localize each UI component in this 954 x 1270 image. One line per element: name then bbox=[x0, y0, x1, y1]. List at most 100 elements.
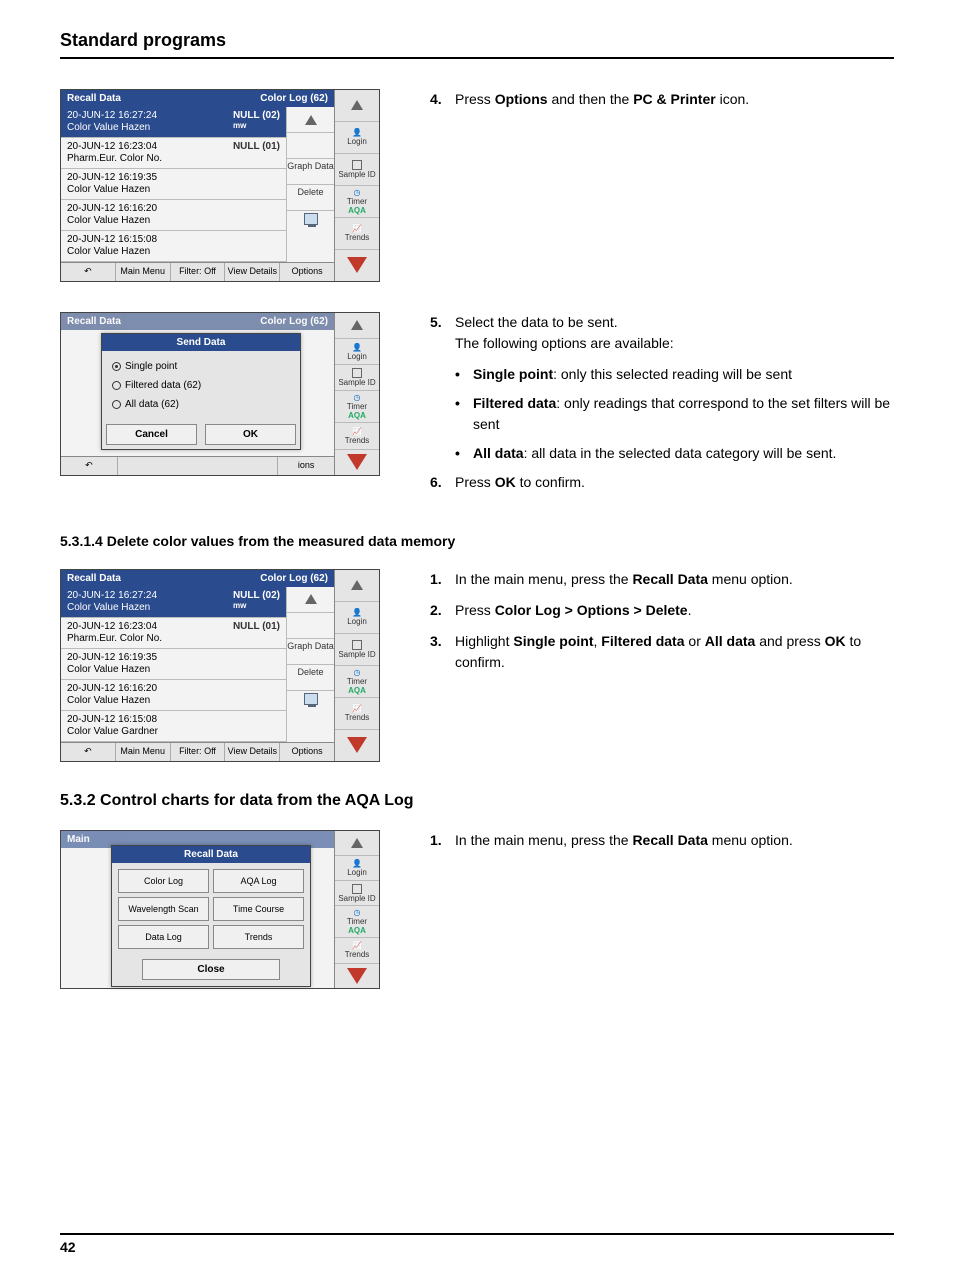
login-side[interactable]: 👤Login bbox=[335, 122, 379, 154]
trends-side[interactable]: 📈Trends bbox=[335, 218, 379, 250]
options-button[interactable]: Options bbox=[280, 263, 334, 281]
options-button[interactable]: Options bbox=[280, 743, 334, 761]
dev-title: Recall Data bbox=[67, 573, 121, 584]
list-row[interactable]: 20-JUN-12 16:16:20Color Value Hazen bbox=[61, 200, 286, 231]
trends-side[interactable]: 📈Trends bbox=[335, 423, 379, 449]
view-details-button[interactable]: View Details bbox=[225, 743, 280, 761]
arrow-up-icon bbox=[351, 100, 363, 110]
step-text: Press OK to confirm. bbox=[455, 472, 894, 493]
back-icon[interactable]: ↶ bbox=[61, 457, 118, 475]
send-data-dialog: Send Data Single point Filtered data (62… bbox=[101, 333, 301, 450]
trends-side[interactable]: 📈Trends bbox=[335, 698, 379, 730]
step-number: 1. bbox=[430, 830, 455, 851]
sample-id-side[interactable]: Sample ID bbox=[335, 634, 379, 666]
ok-button[interactable]: OK bbox=[205, 424, 296, 445]
back-icon[interactable]: ↶ bbox=[61, 263, 116, 281]
step-text: In the main menu, press the Recall Data … bbox=[455, 569, 894, 590]
graph-data-button[interactable]: Graph Data bbox=[287, 641, 334, 651]
list-row[interactable]: 20-JUN-12 16:23:04Pharm.Eur. Color No. N… bbox=[61, 138, 286, 169]
aqa-log-button[interactable]: AQA Log bbox=[213, 869, 304, 893]
row-label: Color Value Hazen bbox=[67, 664, 157, 676]
filter-button[interactable]: Filter: Off bbox=[171, 743, 226, 761]
step-number: 1. bbox=[430, 569, 455, 590]
page-title: Standard programs bbox=[60, 30, 226, 50]
dialog-title: Recall Data bbox=[112, 846, 310, 863]
row-label: Color Value Hazen bbox=[67, 246, 157, 258]
bullet-item: Filtered data: only readings that corres… bbox=[455, 393, 894, 435]
step-text: In the main menu, press the Recall Data … bbox=[455, 830, 894, 851]
list-row[interactable]: 20-JUN-12 16:16:20Color Value Hazen bbox=[61, 680, 286, 711]
page-footer: 42 bbox=[60, 1233, 894, 1255]
cancel-button[interactable]: Cancel bbox=[106, 424, 197, 445]
arrow-down-icon bbox=[347, 737, 367, 753]
view-details-button[interactable]: View Details bbox=[225, 263, 280, 281]
arrow-up-icon bbox=[351, 838, 363, 848]
sample-id-side[interactable]: Sample ID bbox=[335, 154, 379, 186]
dev-title-right-faded: Color Log (62) bbox=[260, 316, 328, 327]
page-number: 42 bbox=[60, 1239, 76, 1255]
row-ts: 20-JUN-12 16:27:24 bbox=[67, 110, 157, 122]
step-number: 4. bbox=[430, 89, 455, 110]
timer-side[interactable]: ◷TimerAQA bbox=[335, 666, 379, 698]
color-log-button[interactable]: Color Log bbox=[118, 869, 209, 893]
radio-filtered-data[interactable]: Filtered data (62) bbox=[112, 376, 290, 395]
timer-side[interactable]: ◷TimerAQA bbox=[335, 391, 379, 423]
row-ts: 20-JUN-12 16:27:24 bbox=[67, 590, 157, 602]
step-number: 5. bbox=[430, 312, 455, 354]
radio-single-point[interactable]: Single point bbox=[112, 357, 290, 376]
row-label: Color Value Hazen bbox=[67, 122, 157, 134]
radio-all-data[interactable]: All data (62) bbox=[112, 395, 290, 414]
dev-title-right: Color Log (62) bbox=[260, 93, 328, 104]
graph-data-button[interactable]: Graph Data bbox=[287, 161, 334, 171]
bullet-item: All data: all data in the selected data … bbox=[455, 443, 894, 464]
data-log-button[interactable]: Data Log bbox=[118, 925, 209, 949]
time-course-button[interactable]: Time Course bbox=[213, 897, 304, 921]
row-label: Color Value Hazen bbox=[67, 695, 157, 707]
list-row[interactable]: 20-JUN-12 16:23:04Pharm.Eur. Color No. N… bbox=[61, 618, 286, 649]
main-menu-button[interactable]: Main Menu bbox=[116, 263, 171, 281]
login-side[interactable]: 👤Login bbox=[335, 602, 379, 634]
trends-button[interactable]: Trends bbox=[213, 925, 304, 949]
step-number: 6. bbox=[430, 472, 455, 493]
scroll-up-icon[interactable] bbox=[305, 594, 317, 604]
screenshot-recall-data-1: Recall Data Color Log (62) 20-JUN-12 16:… bbox=[60, 89, 380, 282]
row-ts: 20-JUN-12 16:23:04 bbox=[67, 141, 162, 153]
delete-button[interactable]: Delete bbox=[287, 187, 334, 197]
list-row[interactable]: 20-JUN-12 16:27:24Color Value Hazen NULL… bbox=[61, 587, 286, 618]
row-val: NULL (02) bbox=[233, 110, 280, 121]
wavelength-scan-button[interactable]: Wavelength Scan bbox=[118, 897, 209, 921]
scroll-up-icon[interactable] bbox=[305, 115, 317, 125]
back-icon[interactable]: ↶ bbox=[61, 743, 116, 761]
arrow-up-icon bbox=[351, 320, 363, 330]
list-row[interactable]: 20-JUN-12 16:27:24Color Value Hazen NULL… bbox=[61, 107, 286, 138]
row-label: Color Value Hazen bbox=[67, 602, 157, 614]
timer-side[interactable]: ◷TimerAQA bbox=[335, 186, 379, 218]
list-row[interactable]: 20-JUN-12 16:15:08Color Value Hazen bbox=[61, 231, 286, 262]
list-row[interactable]: 20-JUN-12 16:15:08Color Value Gardner bbox=[61, 711, 286, 742]
sample-id-side[interactable]: Sample ID bbox=[335, 881, 379, 906]
delete-button[interactable]: Delete bbox=[287, 667, 334, 677]
row-val-unit: mw bbox=[233, 601, 280, 610]
close-button[interactable]: Close bbox=[142, 959, 280, 980]
login-side[interactable]: 👤Login bbox=[335, 856, 379, 881]
row-ts: 20-JUN-12 16:15:08 bbox=[67, 234, 157, 246]
filter-button[interactable]: Filter: Off bbox=[171, 263, 226, 281]
row-label: Color Value Gardner bbox=[67, 726, 158, 738]
timer-side[interactable]: ◷TimerAQA bbox=[335, 906, 379, 938]
pc-printer-icon[interactable] bbox=[304, 213, 318, 225]
trends-side[interactable]: 📈Trends bbox=[335, 938, 379, 963]
list-row[interactable]: 20-JUN-12 16:19:35Color Value Hazen bbox=[61, 169, 286, 200]
step-number: 2. bbox=[430, 600, 455, 621]
recall-data-dialog: Recall Data Color Log AQA Log Wavelength… bbox=[111, 845, 311, 987]
dev-title: Recall Data bbox=[67, 93, 121, 104]
page-header: Standard programs bbox=[60, 30, 894, 59]
pc-printer-icon[interactable] bbox=[304, 693, 318, 705]
main-menu-button[interactable]: Main Menu bbox=[116, 743, 171, 761]
list-row[interactable]: 20-JUN-12 16:19:35Color Value Hazen bbox=[61, 649, 286, 680]
step-number: 3. bbox=[430, 631, 455, 673]
row-ts: 20-JUN-12 16:16:20 bbox=[67, 203, 157, 215]
row-label: Color Value Hazen bbox=[67, 184, 157, 196]
sample-id-side[interactable]: Sample ID bbox=[335, 365, 379, 391]
login-side[interactable]: 👤Login bbox=[335, 339, 379, 365]
arrow-down-icon bbox=[347, 968, 367, 984]
